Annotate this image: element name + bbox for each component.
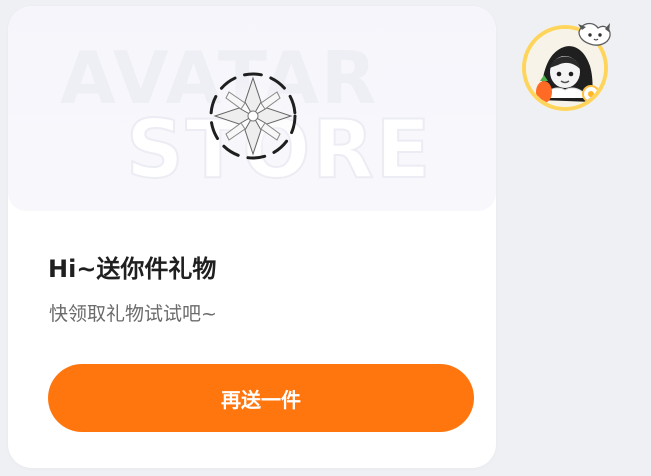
gift-title: Hi~送你件礼物 [48, 255, 217, 283]
send-another-button[interactable]: 再送一件 [48, 364, 474, 432]
gift-subtitle: 快领取礼物试试吧~ [49, 303, 217, 325]
gift-popup-screen: AVATAR STORE [0, 0, 651, 476]
gift-logo-icon [207, 70, 299, 162]
profile-avatar-icon[interactable] [518, 20, 616, 112]
avatar-store-banner: AVATAR STORE [8, 6, 496, 211]
gift-card: AVATAR STORE [8, 6, 496, 468]
